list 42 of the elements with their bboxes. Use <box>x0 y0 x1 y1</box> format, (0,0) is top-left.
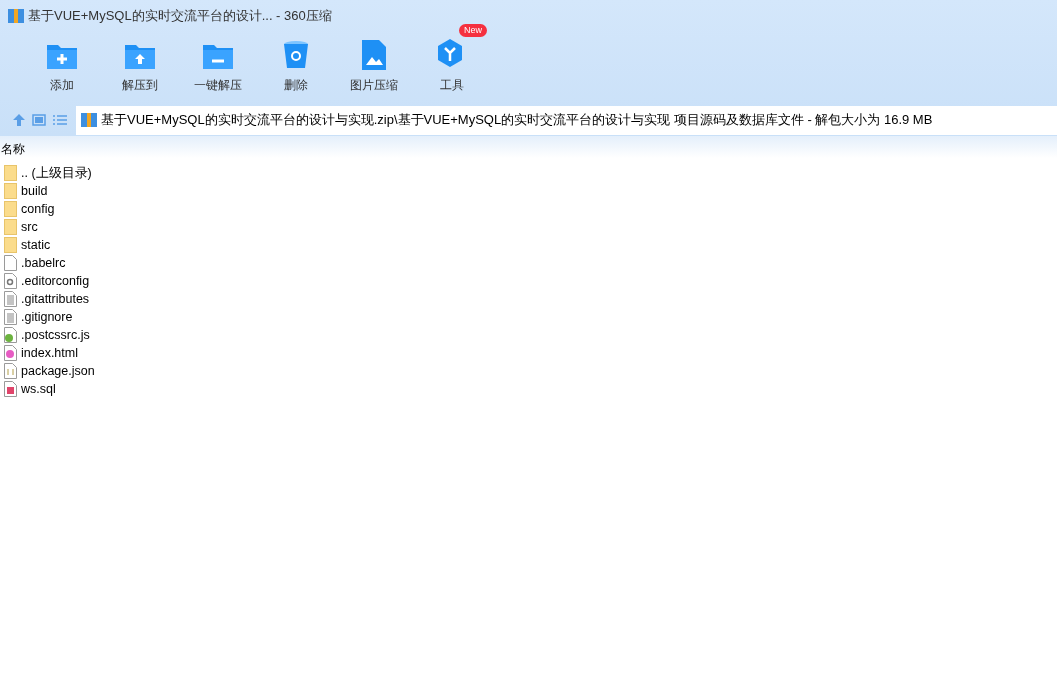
blank-file-icon <box>4 255 17 271</box>
folder-upload-icon <box>124 42 156 70</box>
file-row[interactable]: .. (上级目录) <box>4 164 1057 182</box>
address-bar[interactable]: 基于VUE+MySQL的实时交流平台的设计与实现.zip\基于VUE+MySQL的实时交流平台的设计与实现 项目源码及数据库文件 - 解包大小为 16.9 MB <box>76 105 1057 135</box>
database-file-icon <box>4 381 17 397</box>
list-view-icon[interactable] <box>52 114 68 126</box>
toolbar-button[interactable]: 一键解压 <box>178 38 258 94</box>
folder-icon <box>4 183 17 199</box>
archive-icon <box>81 113 97 127</box>
file-row[interactable]: src <box>4 218 1057 236</box>
new-badge: New <box>459 24 487 37</box>
folder-minus-icon <box>202 42 234 70</box>
toolbar-button[interactable]: 添加 <box>22 38 102 94</box>
folder-icon <box>4 219 17 235</box>
file-row[interactable]: .editorconfig <box>4 272 1057 290</box>
recycle-bin-icon <box>283 40 309 70</box>
file-row[interactable]: .postcssrc.js <box>4 326 1057 344</box>
file-row[interactable]: .gitattributes <box>4 290 1057 308</box>
file-row[interactable]: package.json <box>4 362 1057 380</box>
file-row[interactable]: static <box>4 236 1057 254</box>
file-row[interactable]: .babelrc <box>4 254 1057 272</box>
folder-icon <box>4 237 17 253</box>
toolbar-button[interactable]: 删除 <box>256 38 336 94</box>
file-row[interactable]: index.html <box>4 344 1057 362</box>
file-row[interactable]: config <box>4 200 1057 218</box>
toolbar-button[interactable]: 工具 <box>412 38 492 94</box>
archive-icon <box>8 9 24 23</box>
folder-plus-icon <box>46 42 78 70</box>
toolbar-button[interactable]: 解压到 <box>100 38 180 94</box>
window-title: 基于VUE+MySQL的实时交流平台的设计... - 360压缩 <box>28 7 332 26</box>
text-file-icon <box>4 309 17 325</box>
thumbnail-view-icon[interactable] <box>32 114 46 126</box>
up-arrow-icon[interactable] <box>12 113 26 127</box>
folder-icon <box>4 165 17 181</box>
text-file-icon <box>4 291 17 307</box>
file-row[interactable]: build <box>4 182 1057 200</box>
column-header[interactable]: 名称 <box>0 140 25 158</box>
file-row[interactable]: .gitignore <box>4 308 1057 326</box>
file-row[interactable]: ws.sql <box>4 380 1057 398</box>
image-file-icon <box>362 40 386 70</box>
toolbar-button[interactable]: 图片压缩 <box>334 38 414 94</box>
folder-icon <box>4 201 17 217</box>
